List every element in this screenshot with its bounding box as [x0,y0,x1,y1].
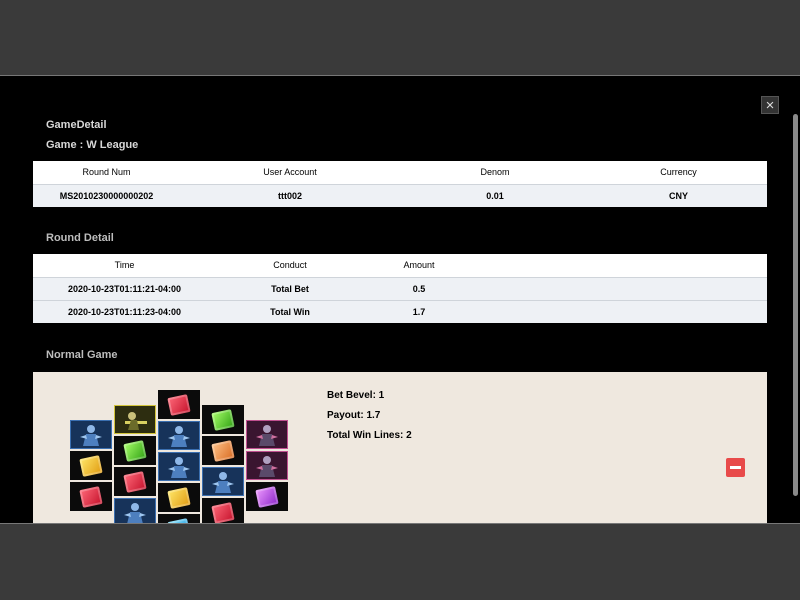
summary-table: Round Num User Account Denom Currency MS… [33,161,767,207]
user-account-cell: ttt002 [277,190,302,201]
reel-2 [114,405,156,523]
column-header: Conduct [273,260,307,271]
currency-cell: CNY [668,190,688,201]
hero-blue-icon [158,421,200,450]
denom-cell: 0.01 [486,190,504,201]
hero-blue-icon [70,420,112,449]
hero-blue-icon [158,452,200,481]
column-header: Currency [660,167,697,178]
column-header: Amount [403,260,435,271]
bet-level-text: Bet Bevel: 1 [327,390,385,401]
column-header: Time [114,260,135,271]
amount-cell: 0.5 [412,283,426,294]
column-header: Denom [480,167,510,178]
time-cell: 2020-10-23T01:11:21-04:00 [67,283,182,294]
table-header-row: Round Num User Account Denom Currency [33,161,767,184]
hero-pink-icon [246,420,288,449]
normal-game-title: Normal Game [46,349,118,361]
reel-4 [202,405,244,523]
modal-heading: GameDetail [46,119,107,131]
reel-5 [246,420,288,513]
green-gem-icon [202,405,244,434]
game-name: Game : W League [46,139,139,151]
column-header: User Account [263,167,317,178]
table-row: 2020-10-23T01:11:23-04:00 Total Win 1.7 [33,300,767,323]
reel-1 [70,420,112,513]
scrollbar-thumb[interactable] [793,114,798,496]
conduct-cell: Total Bet [271,283,309,294]
amount-cell: 1.7 [412,306,426,317]
conduct-cell: Total Win [270,306,310,317]
normal-game-panel: Bet Bevel: 1 Payout: 1.7 Total Win Lines… [33,372,767,523]
round-detail-title: Round Detail [46,232,114,244]
close-icon: × [765,96,775,114]
red-gem-icon [158,390,200,419]
column-header: Round Num [82,167,131,178]
yellow-gem-icon [158,483,200,512]
red-gem-icon [114,467,156,496]
cyan-gem-icon [158,514,200,523]
green-gem-icon [114,436,156,465]
red-gem-icon [202,498,244,523]
round-detail-table: Time Conduct Amount 2020-10-23T01:11:21-… [33,254,767,323]
table-row: 2020-10-23T01:11:21-04:00 Total Bet 0.5 [33,277,767,300]
close-button[interactable]: × [761,96,779,114]
orange-gem-icon [202,436,244,465]
table-header-row: Time Conduct Amount [33,254,767,277]
table-row: MS2010230000000202 ttt002 0.01 CNY [33,184,767,207]
red-gem-icon [70,482,112,511]
payout-text: Payout: 1.7 [327,410,381,421]
collapse-button[interactable] [726,458,745,477]
game-detail-modal: × GameDetail Game : W League Round Num U… [0,75,800,524]
hero-pink-icon [246,451,288,480]
sniper-wild-icon [114,405,156,434]
round-num-cell: MS2010230000000202 [59,190,154,201]
yellow-gem-icon [70,451,112,480]
hero-blue-icon [202,467,244,496]
time-cell: 2020-10-23T01:11:23-04:00 [67,306,182,317]
reel-3 [158,390,200,523]
total-win-lines-text: Total Win Lines: 2 [327,430,412,441]
purple-gem-icon [246,482,288,511]
hero-blue-icon [114,498,156,523]
